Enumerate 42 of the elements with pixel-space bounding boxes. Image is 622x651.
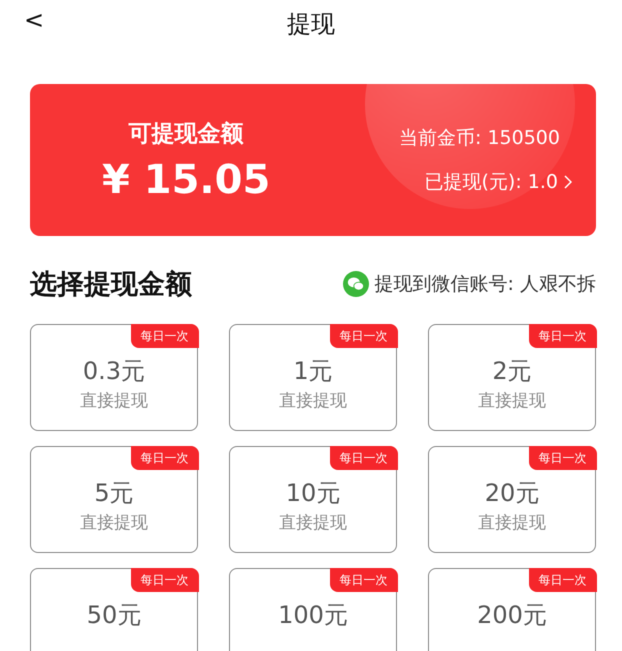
amount-value: 100元 — [278, 600, 348, 631]
amount-option[interactable]: 每日一次 1元 直接提现 — [229, 324, 397, 431]
daily-badge: 每日一次 — [130, 446, 198, 470]
option-note: 直接提现 — [279, 390, 347, 412]
option-note: 直接提现 — [80, 390, 148, 412]
chat-bubbles-icon — [342, 271, 369, 297]
page-title: 提现 — [287, 9, 335, 40]
balance-label: 可提现金额 — [128, 120, 244, 148]
amount-value: 10元 — [286, 478, 340, 509]
section-title: 选择提现金额 — [30, 268, 192, 302]
amount-option[interactable]: 每日一次 0.3元 直接提现 — [30, 324, 198, 431]
amount-option[interactable]: 每日一次 200元 — [428, 568, 596, 651]
amount-option[interactable]: 每日一次 20元 直接提现 — [428, 446, 596, 553]
daily-badge: 每日一次 — [528, 446, 596, 470]
wechat-account: 提现到微信账号: 人艰不拆 — [374, 272, 596, 297]
option-note: 直接提现 — [478, 512, 546, 534]
amount-option[interactable]: 每日一次 10元 直接提现 — [229, 446, 397, 553]
coin-balance: 当前金币: 150500 — [399, 126, 560, 151]
daily-badge: 每日一次 — [130, 568, 198, 592]
balance-amount: ¥ 15.05 — [102, 156, 270, 202]
amount-option[interactable]: 每日一次 5元 直接提现 — [30, 446, 198, 553]
daily-badge: 每日一次 — [528, 324, 596, 348]
chevron-icon[interactable] — [564, 175, 572, 189]
daily-badge: 每日一次 — [130, 324, 198, 348]
amount-value: 2元 — [492, 356, 532, 387]
back-button[interactable]: < — [18, 6, 50, 34]
daily-badge: 每日一次 — [528, 568, 596, 592]
option-note: 直接提现 — [80, 512, 148, 534]
daily-badge: 每日一次 — [330, 446, 398, 470]
amount-value: 50元 — [86, 600, 142, 631]
daily-badge: 每日一次 — [330, 568, 398, 592]
option-note: 直接提现 — [279, 512, 347, 534]
amount-value: 200元 — [477, 600, 547, 631]
amount-option[interactable]: 每日一次 100元 — [229, 568, 397, 651]
amount-option[interactable]: 每日一次 50元 — [30, 568, 198, 651]
amount-value: 0.3元 — [82, 356, 146, 387]
option-note: 直接提现 — [478, 390, 546, 412]
amount-value: 20元 — [484, 478, 540, 509]
daily-badge: 每日一次 — [330, 324, 398, 348]
amount-value: 5元 — [94, 478, 134, 509]
amount-option[interactable]: 每日一次 2元 直接提现 — [428, 324, 596, 431]
amount-value: 1元 — [293, 356, 333, 387]
